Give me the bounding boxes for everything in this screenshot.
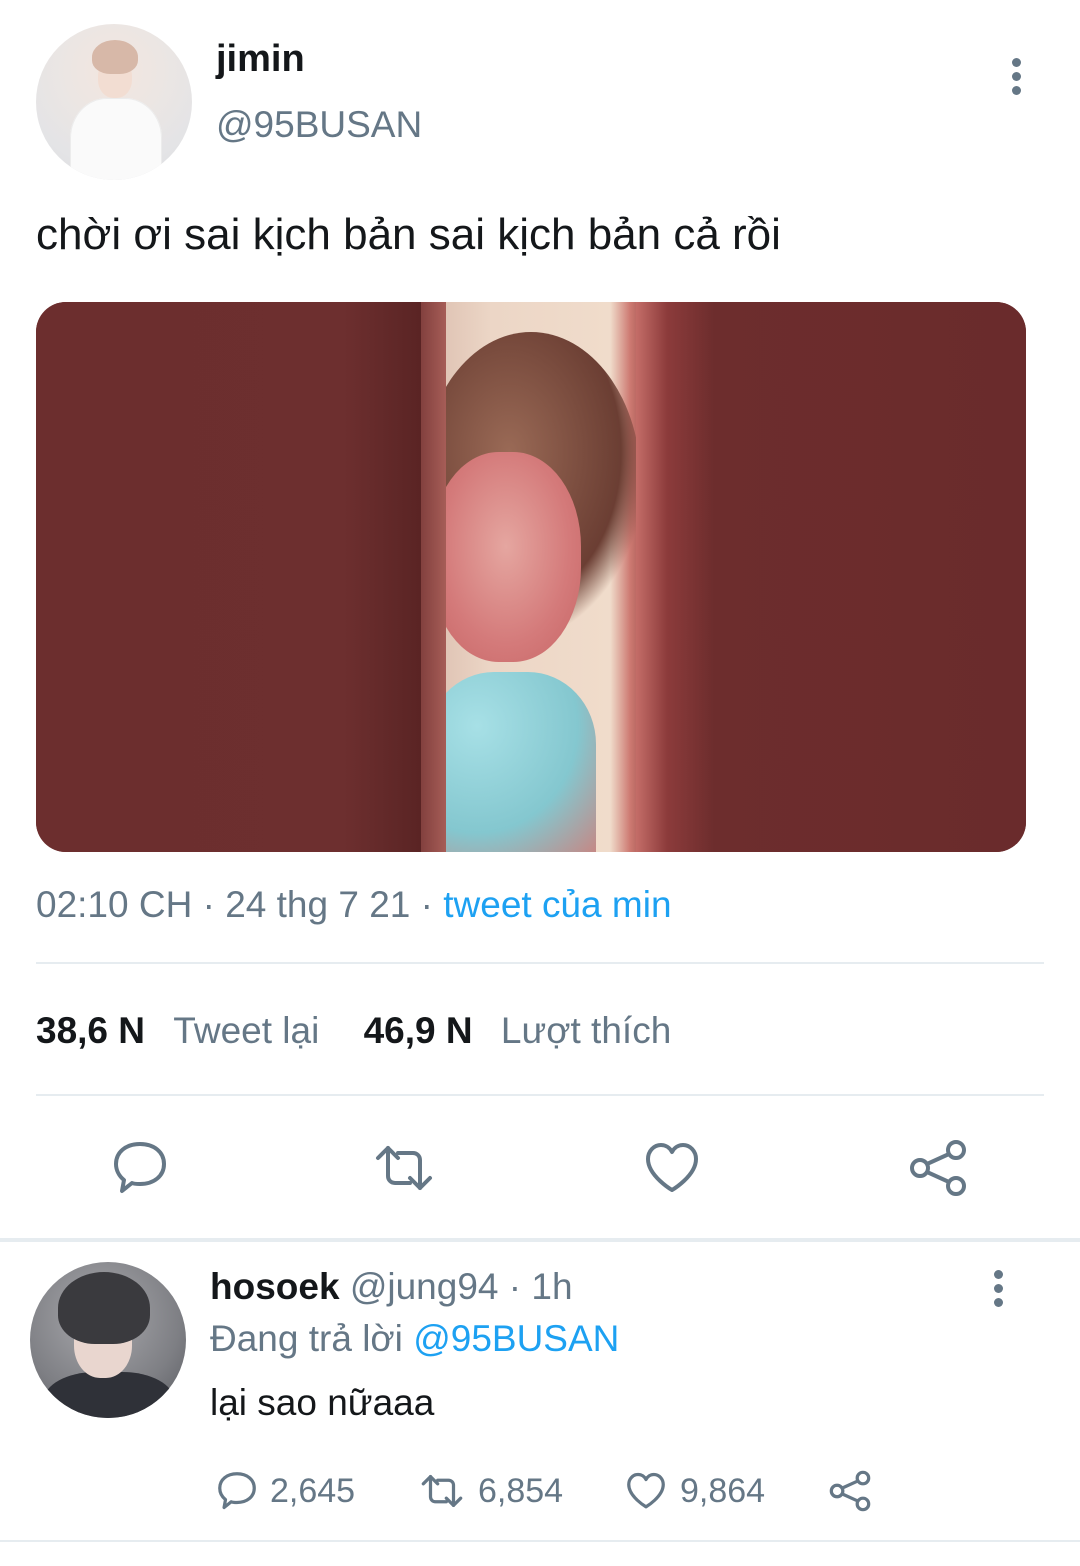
- reply-more-options-icon[interactable]: [982, 1268, 1016, 1308]
- like-icon: [627, 1472, 665, 1509]
- replying-to-handle[interactable]: @95BUSAN: [413, 1318, 619, 1359]
- reply-reply-button[interactable]: 2,645: [214, 1466, 355, 1516]
- reply-reply-count: 2,645: [270, 1471, 356, 1510]
- retweet-icon: [421, 1475, 463, 1507]
- divider: [0, 1540, 1080, 1542]
- reply-icon[interactable]: [108, 1136, 172, 1200]
- tweet-time: 02:10 CH: [36, 884, 193, 925]
- share-icon[interactable]: [906, 1136, 970, 1200]
- like-count[interactable]: 46,9 N: [364, 1010, 473, 1051]
- reply-like-count: 9,864: [680, 1471, 766, 1510]
- like-label[interactable]: Lượt thích: [501, 1010, 671, 1051]
- author-handle[interactable]: @95BUSAN: [216, 104, 422, 146]
- author-display-name[interactable]: jimin: [216, 38, 305, 81]
- tweet-timestamp: 02:10 CH · 24 thg 7 21 · tweet của min: [36, 884, 672, 925]
- retweet-count[interactable]: 38,6 N: [36, 1010, 145, 1051]
- reply-text: lại sao nữaaa: [210, 1382, 435, 1423]
- divider: [36, 1094, 1044, 1096]
- reply-share-button[interactable]: [826, 1466, 874, 1516]
- retweet-label[interactable]: Tweet lại: [173, 1010, 319, 1051]
- reply-author-avatar[interactable]: [30, 1262, 186, 1418]
- divider: [36, 962, 1044, 964]
- author-avatar[interactable]: [36, 24, 192, 180]
- reply-time: 1h: [531, 1266, 573, 1307]
- share-icon: [829, 1470, 871, 1512]
- reply-icon: [218, 1472, 256, 1510]
- tweet-text: chời ơi sai kịch bản sai kịch bản cả rồi: [36, 210, 781, 259]
- more-options-icon[interactable]: [1000, 56, 1034, 96]
- reply-retweet-count: 6,854: [478, 1471, 564, 1510]
- replying-to: Đang trả lời @95BUSAN: [210, 1318, 619, 1360]
- tweet-date: 24 thg 7 21: [225, 884, 411, 925]
- tweet-stats: 38,6 N Tweet lại 46,9 N Lượt thích: [36, 1010, 671, 1052]
- tweet-media-image[interactable]: [36, 302, 1026, 852]
- reply-like-button[interactable]: 9,864: [622, 1466, 765, 1516]
- retweet-icon[interactable]: [372, 1136, 436, 1200]
- reply-retweet-button[interactable]: 6,854: [416, 1466, 563, 1516]
- reply-handle[interactable]: @jung94: [350, 1266, 499, 1307]
- section-separator: [0, 1238, 1080, 1242]
- reply-header: hosoek @jung94 · 1h: [210, 1266, 573, 1307]
- reply-display-name[interactable]: hosoek: [210, 1266, 340, 1307]
- replying-prefix: Đang trả lời: [210, 1318, 403, 1359]
- tweet-source-link[interactable]: tweet của min: [443, 884, 671, 925]
- like-icon[interactable]: [640, 1136, 704, 1200]
